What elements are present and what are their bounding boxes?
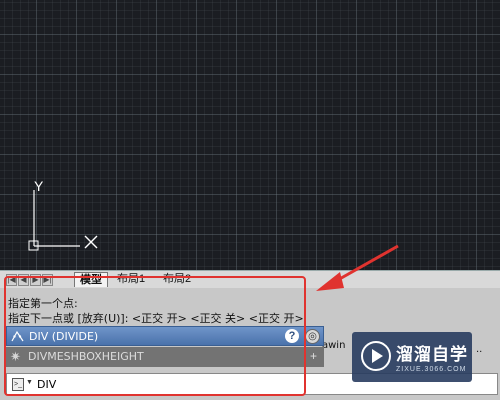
web-icon[interactable]: ◎ [305,329,320,344]
watermark-subtitle: ZIXUE.3066.COM [396,366,467,373]
watermark-title: 溜溜自学 [396,345,468,364]
ucs-y-label: Y [34,180,44,194]
drawing-canvas[interactable]: Y [0,0,500,270]
watermark-logo: 溜溜自学 ZIXUE.3066.COM [352,332,472,382]
ucs-icon: Y [28,180,98,251]
highlight-box [4,276,306,396]
background-text: awin [322,340,346,351]
expand-icon[interactable]: + [310,349,317,363]
play-icon [361,341,391,371]
background-text: .. [476,344,483,355]
